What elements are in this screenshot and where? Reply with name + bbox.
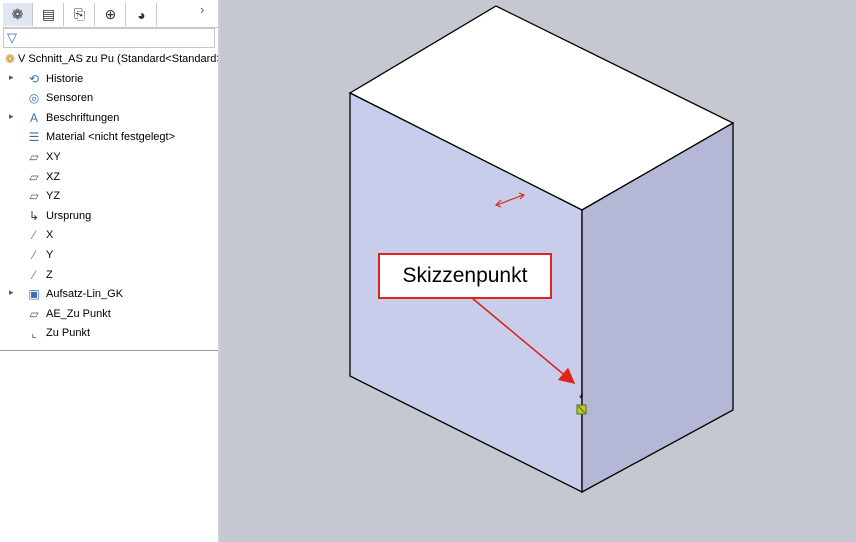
tree-item[interactable]: ↳ Ursprung [0, 207, 218, 226]
property-manager-icon: ▤ [41, 6, 56, 22]
tab-property-manager[interactable]: ▤ [34, 3, 64, 26]
tree-item-label: Zu Punkt [46, 327, 91, 340]
plane-icon: ▱ [29, 150, 39, 164]
tree-item-label: Y [46, 249, 54, 261]
tree-root-label: V Schnitt_AS zu Pu (Standard<Standard> [18, 53, 218, 65]
axis-icon: ⁄ [32, 248, 35, 262]
tree-item-label: AE_Zu Punkt [46, 307, 111, 320]
tree-item-label: XZ [46, 170, 61, 183]
configuration-manager-icon: ⎘ [73, 6, 86, 22]
plane-icon: ▱ [29, 189, 39, 204]
feature-manager-icon: ❁ [11, 6, 24, 22]
tree-item-label: Beschriftungen [46, 111, 120, 124]
tab-display-manager[interactable]: ◕ [127, 3, 157, 26]
feature-manager-panel: ❁ ▤ ⎘ ⊕ ◕ › ▽ ❁ V Schnitt_AS zu Pu (Standard… [0, 0, 218, 542]
tree-item-label: Aufsatz-Lin_GK [46, 288, 124, 301]
tab-feature-manager[interactable]: ❁ [3, 3, 33, 26]
plane-icon: ▱ [29, 169, 39, 184]
tree-item[interactable]: ▸ A Beschriftungen [0, 109, 218, 128]
tree-item[interactable]: ▸ ⟲ Historie [0, 70, 218, 89]
filter-icon[interactable]: ▽ [7, 30, 17, 46]
expand-arrow-icon[interactable]: ▸ [9, 111, 14, 122]
extrude-icon: ▣ [28, 287, 40, 302]
callout-box: Skizzenpunkt [378, 253, 552, 299]
tree-item[interactable]: ▱ YZ [0, 187, 218, 206]
display-manager-icon: ◕ [137, 6, 146, 23]
expand-arrow-icon[interactable]: ▸ [9, 287, 14, 298]
expand-arrow-icon[interactable]: ▸ [9, 72, 14, 83]
tree-item[interactable]: ▱ AE_Zu Punkt [0, 305, 218, 324]
sketch-icon: ⌞ [31, 326, 37, 341]
tree-item[interactable]: ▸ ▣ Aufsatz-Lin_GK [0, 285, 218, 304]
tree-item-label: YZ [46, 190, 61, 203]
history-folder-icon: ⟲ [28, 71, 40, 86]
axis-icon: ⁄ [32, 267, 35, 282]
rollback-bar[interactable] [0, 350, 218, 351]
tree-item-label: Ursprung [46, 209, 92, 222]
tree-filter-bar[interactable]: ▽ [3, 28, 215, 48]
tree-item-label: Sensoren [46, 92, 94, 105]
tree-item-label: Z [46, 268, 53, 281]
axis-icon: ⁄ [32, 228, 35, 243]
tab-dimxpert-manager[interactable]: ⊕ [96, 3, 126, 26]
tree-root[interactable]: ❁ V Schnitt_AS zu Pu (Standard<Standard> [0, 50, 218, 69]
tree-item[interactable]: ⌞ Zu Punkt [0, 324, 218, 343]
tree-item-label: XY [46, 151, 61, 163]
part-icon: ❁ [4, 52, 16, 66]
annotations-icon: A [29, 110, 38, 125]
callout-label: Skizzenpunkt [402, 264, 528, 287]
svg-text:*: * [579, 393, 584, 405]
origin-icon: ↳ [28, 208, 40, 223]
dimxpert-icon: ⊕ [104, 6, 117, 22]
tree-item[interactable]: ▱ XY [0, 148, 218, 167]
tree-item-label: Material <nicht festgelegt> [46, 131, 176, 144]
tree-item[interactable]: ⁄ Z [0, 266, 218, 285]
tree-item[interactable]: ▱ XZ [0, 168, 218, 187]
sensor-icon: ◎ [28, 91, 40, 106]
tree-item[interactable]: ⁄ Y [0, 246, 218, 265]
tree-item-label: X [46, 229, 54, 242]
manager-tab-bar: ❁ ▤ ⎘ ⊕ ◕ [3, 3, 218, 28]
more-tabs-arrow-icon[interactable]: › [200, 2, 204, 17]
plane-icon: ▱ [29, 306, 39, 321]
tree-item[interactable]: ☰ Material <nicht festgelegt> [0, 128, 218, 147]
material-icon: ☰ [28, 130, 40, 145]
tree-item-label: Historie [46, 72, 84, 85]
tab-configuration-manager[interactable]: ⎘ [65, 3, 95, 26]
tree-item[interactable]: ◎ Sensoren [0, 89, 218, 108]
tree-item[interactable]: ⁄ X [0, 226, 218, 245]
